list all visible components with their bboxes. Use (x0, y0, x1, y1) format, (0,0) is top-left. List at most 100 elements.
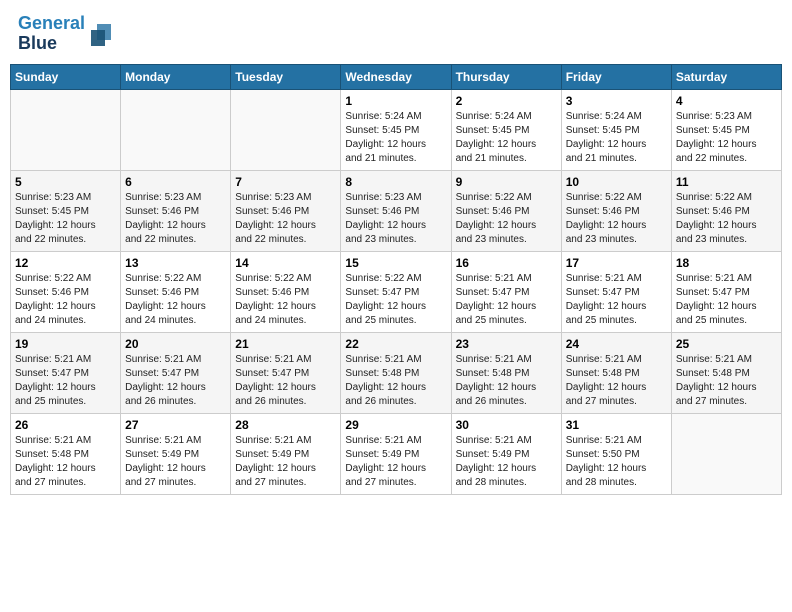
calendar-cell: 19 Sunrise: 5:21 AM Sunset: 5:47 PM Dayli… (11, 332, 121, 413)
calendar-header-row: SundayMondayTuesdayWednesdayThursdayFrid… (11, 64, 782, 89)
day-number: 8 (345, 175, 446, 189)
calendar-cell: 29 Sunrise: 5:21 AM Sunset: 5:49 PM Dayli… (341, 413, 451, 494)
day-number: 15 (345, 256, 446, 270)
day-number: 26 (15, 418, 116, 432)
day-number: 19 (15, 337, 116, 351)
day-number: 9 (456, 175, 557, 189)
calendar-cell: 4Sunrise: 5:23 AM Sunset: 5:45 PM Daylig… (671, 89, 781, 170)
calendar-cell: 23Sunrise: 5:21 AM Sunset: 5:48 PM Dayli… (451, 332, 561, 413)
day-number: 12 (15, 256, 116, 270)
calendar-cell: 15 Sunrise: 5:22 AM Sunset: 5:47 PM Dayli… (341, 251, 451, 332)
calendar-week-row: 5 Sunrise: 5:23 AM Sunset: 5:45 PM Daylig… (11, 170, 782, 251)
calendar-cell: 1 Sunrise: 5:24 AM Sunset: 5:45 PM Daylig… (341, 89, 451, 170)
day-info: Sunrise: 5:21 AM Sunset: 5:47 PM Dayligh… (676, 272, 777, 328)
day-number: 29 (345, 418, 446, 432)
weekday-header-monday: Monday (121, 64, 231, 89)
day-number: 17 (566, 256, 667, 270)
day-info: Sunrise: 5:22 AM Sunset: 5:46 PM Dayligh… (566, 191, 667, 247)
calendar-cell: 21 Sunrise: 5:21 AM Sunset: 5:47 PM Dayli… (231, 332, 341, 413)
day-number: 30 (456, 418, 557, 432)
weekday-header-saturday: Saturday (671, 64, 781, 89)
calendar-cell: 13Sunrise: 5:22 AM Sunset: 5:46 PM Dayli… (121, 251, 231, 332)
calendar-week-row: 26 Sunrise: 5:21 AM Sunset: 5:48 PM Dayli… (11, 413, 782, 494)
day-info: Sunrise: 5:23 AM Sunset: 5:46 PM Dayligh… (125, 191, 226, 247)
day-number: 24 (566, 337, 667, 351)
day-number: 22 (345, 337, 446, 351)
day-info: Sunrise: 5:24 AM Sunset: 5:45 PM Dayligh… (345, 110, 446, 166)
day-number: 16 (456, 256, 557, 270)
calendar-cell: 11 Sunrise: 5:22 AM Sunset: 5:46 PM Dayli… (671, 170, 781, 251)
day-info: Sunrise: 5:21 AM Sunset: 5:47 PM Dayligh… (15, 353, 116, 409)
weekday-header-sunday: Sunday (11, 64, 121, 89)
day-info: Sunrise: 5:21 AM Sunset: 5:49 PM Dayligh… (345, 434, 446, 490)
logo-text: General Blue (18, 14, 85, 54)
calendar-cell: 16Sunrise: 5:21 AM Sunset: 5:47 PM Dayli… (451, 251, 561, 332)
day-info: Sunrise: 5:22 AM Sunset: 5:46 PM Dayligh… (676, 191, 777, 247)
day-info: Sunrise: 5:23 AM Sunset: 5:46 PM Dayligh… (345, 191, 446, 247)
weekday-header-thursday: Thursday (451, 64, 561, 89)
logo-icon (87, 20, 115, 48)
calendar-week-row: 1 Sunrise: 5:24 AM Sunset: 5:45 PM Daylig… (11, 89, 782, 170)
calendar-cell (231, 89, 341, 170)
day-info: Sunrise: 5:21 AM Sunset: 5:48 PM Dayligh… (566, 353, 667, 409)
calendar-cell: 26 Sunrise: 5:21 AM Sunset: 5:48 PM Dayli… (11, 413, 121, 494)
day-number: 20 (125, 337, 226, 351)
calendar-cell: 22 Sunrise: 5:21 AM Sunset: 5:48 PM Dayli… (341, 332, 451, 413)
day-number: 6 (125, 175, 226, 189)
calendar-cell: 17 Sunrise: 5:21 AM Sunset: 5:47 PM Dayli… (561, 251, 671, 332)
calendar-cell: 25Sunrise: 5:21 AM Sunset: 5:48 PM Dayli… (671, 332, 781, 413)
calendar-cell (11, 89, 121, 170)
day-number: 14 (235, 256, 336, 270)
day-info: Sunrise: 5:22 AM Sunset: 5:46 PM Dayligh… (456, 191, 557, 247)
day-info: Sunrise: 5:23 AM Sunset: 5:46 PM Dayligh… (235, 191, 336, 247)
day-number: 13 (125, 256, 226, 270)
calendar-cell: 31Sunrise: 5:21 AM Sunset: 5:50 PM Dayli… (561, 413, 671, 494)
day-number: 1 (345, 94, 446, 108)
day-number: 4 (676, 94, 777, 108)
calendar-cell: 2Sunrise: 5:24 AM Sunset: 5:45 PM Daylig… (451, 89, 561, 170)
day-number: 31 (566, 418, 667, 432)
day-info: Sunrise: 5:21 AM Sunset: 5:47 PM Dayligh… (125, 353, 226, 409)
day-number: 10 (566, 175, 667, 189)
day-number: 11 (676, 175, 777, 189)
calendar-cell: 30 Sunrise: 5:21 AM Sunset: 5:49 PM Dayli… (451, 413, 561, 494)
weekday-header-friday: Friday (561, 64, 671, 89)
day-info: Sunrise: 5:21 AM Sunset: 5:48 PM Dayligh… (345, 353, 446, 409)
calendar-cell: 9 Sunrise: 5:22 AM Sunset: 5:46 PM Daylig… (451, 170, 561, 251)
day-info: Sunrise: 5:24 AM Sunset: 5:45 PM Dayligh… (456, 110, 557, 166)
calendar-cell: 12Sunrise: 5:22 AM Sunset: 5:46 PM Dayli… (11, 251, 121, 332)
calendar-cell: 6 Sunrise: 5:23 AM Sunset: 5:46 PM Daylig… (121, 170, 231, 251)
weekday-header-tuesday: Tuesday (231, 64, 341, 89)
calendar-cell: 5 Sunrise: 5:23 AM Sunset: 5:45 PM Daylig… (11, 170, 121, 251)
day-info: Sunrise: 5:21 AM Sunset: 5:48 PM Dayligh… (15, 434, 116, 490)
calendar-cell: 18Sunrise: 5:21 AM Sunset: 5:47 PM Dayli… (671, 251, 781, 332)
day-number: 21 (235, 337, 336, 351)
calendar-table: SundayMondayTuesdayWednesdayThursdayFrid… (10, 64, 782, 495)
calendar-cell (671, 413, 781, 494)
day-info: Sunrise: 5:21 AM Sunset: 5:47 PM Dayligh… (566, 272, 667, 328)
day-info: Sunrise: 5:21 AM Sunset: 5:48 PM Dayligh… (676, 353, 777, 409)
calendar-cell: 7 Sunrise: 5:23 AM Sunset: 5:46 PM Daylig… (231, 170, 341, 251)
logo: General Blue (18, 14, 115, 54)
day-info: Sunrise: 5:21 AM Sunset: 5:48 PM Dayligh… (456, 353, 557, 409)
calendar-week-row: 19 Sunrise: 5:21 AM Sunset: 5:47 PM Dayli… (11, 332, 782, 413)
day-info: Sunrise: 5:21 AM Sunset: 5:47 PM Dayligh… (235, 353, 336, 409)
day-info: Sunrise: 5:21 AM Sunset: 5:49 PM Dayligh… (235, 434, 336, 490)
calendar-cell: 27 Sunrise: 5:21 AM Sunset: 5:49 PM Dayli… (121, 413, 231, 494)
page-header: General Blue (10, 10, 782, 58)
calendar-cell: 8 Sunrise: 5:23 AM Sunset: 5:46 PM Daylig… (341, 170, 451, 251)
calendar-cell: 14 Sunrise: 5:22 AM Sunset: 5:46 PM Dayli… (231, 251, 341, 332)
day-number: 27 (125, 418, 226, 432)
day-info: Sunrise: 5:23 AM Sunset: 5:45 PM Dayligh… (15, 191, 116, 247)
day-info: Sunrise: 5:21 AM Sunset: 5:49 PM Dayligh… (125, 434, 226, 490)
day-number: 7 (235, 175, 336, 189)
day-info: Sunrise: 5:22 AM Sunset: 5:46 PM Dayligh… (235, 272, 336, 328)
calendar-cell: 24 Sunrise: 5:21 AM Sunset: 5:48 PM Dayli… (561, 332, 671, 413)
day-number: 28 (235, 418, 336, 432)
weekday-header-wednesday: Wednesday (341, 64, 451, 89)
day-info: Sunrise: 5:22 AM Sunset: 5:47 PM Dayligh… (345, 272, 446, 328)
calendar-cell: 10 Sunrise: 5:22 AM Sunset: 5:46 PM Dayli… (561, 170, 671, 251)
day-number: 5 (15, 175, 116, 189)
calendar-cell: 3Sunrise: 5:24 AM Sunset: 5:45 PM Daylig… (561, 89, 671, 170)
day-info: Sunrise: 5:21 AM Sunset: 5:49 PM Dayligh… (456, 434, 557, 490)
